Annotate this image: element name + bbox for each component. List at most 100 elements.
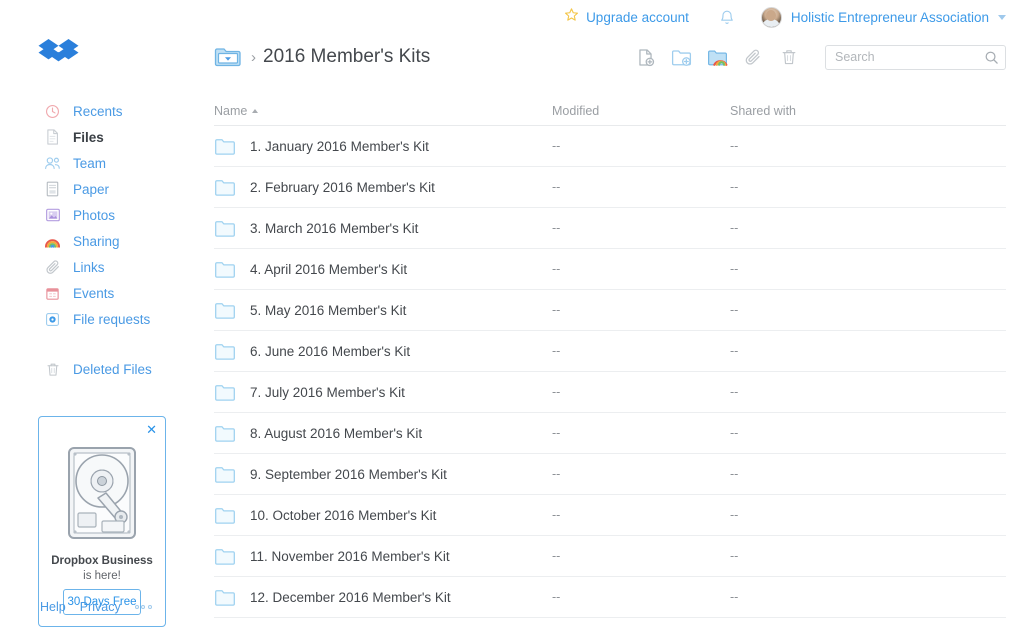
file-name-label: 7. July 2016 Member's Kit: [250, 384, 405, 400]
new-shared-folder-icon[interactable]: [703, 43, 731, 71]
file-name-label: 12. December 2016 Member's Kit: [250, 589, 451, 605]
action-toolbar: [631, 43, 1006, 71]
folder-icon: [214, 547, 236, 566]
column-header-modified[interactable]: Modified: [552, 104, 730, 118]
sidebar-item-deleted-files[interactable]: Deleted Files: [0, 356, 205, 382]
sidebar-item-files[interactable]: Files: [0, 124, 205, 150]
shared-with-cell: --: [730, 590, 739, 604]
paper-icon: [44, 181, 61, 198]
shared-with-cell: --: [730, 221, 739, 235]
sidebar-item-label: Links: [73, 259, 105, 275]
file-icon: [44, 129, 61, 146]
sidebar-item-sharing[interactable]: Sharing: [0, 228, 205, 254]
folder-icon: [214, 506, 236, 525]
file-name-label: 1. January 2016 Member's Kit: [250, 138, 429, 154]
rainbow-sharing-icon: [44, 233, 61, 250]
folder-icon: [214, 260, 236, 279]
folder-icon: [214, 342, 236, 361]
table-row[interactable]: 3. March 2016 Member's Kit -- --: [214, 208, 1006, 249]
modified-cell: --: [552, 549, 561, 563]
sidebar-item-label: Team: [73, 155, 107, 171]
table-row[interactable]: 8. August 2016 Member's Kit -- --: [214, 413, 1006, 454]
folder-icon: [214, 465, 236, 484]
file-name-cell: 2. February 2016 Member's Kit: [214, 178, 552, 197]
file-name-cell: 12. December 2016 Member's Kit: [214, 588, 552, 607]
help-link[interactable]: Help: [40, 600, 66, 614]
file-name-label: 11. November 2016 Member's Kit: [250, 548, 450, 564]
modified-cell: --: [552, 139, 561, 153]
table-row[interactable]: 7. July 2016 Member's Kit -- --: [214, 372, 1006, 413]
sidebar-footer: Help Privacy: [40, 600, 168, 614]
shared-with-cell: --: [730, 549, 739, 563]
upload-file-icon[interactable]: [631, 43, 659, 71]
shared-with-cell: --: [730, 467, 739, 481]
column-header-name-label: Name: [214, 103, 248, 118]
modified-cell: --: [552, 262, 561, 276]
new-folder-icon[interactable]: [667, 43, 695, 71]
modified-cell: --: [552, 180, 561, 194]
paperclip-icon: [44, 259, 61, 276]
table-row[interactable]: 9. September 2016 Member's Kit -- --: [214, 454, 1006, 495]
modified-cell: --: [552, 508, 561, 522]
table-row[interactable]: 1. January 2016 Member's Kit -- --: [214, 126, 1006, 167]
file-name-label: 4. April 2016 Member's Kit: [250, 261, 408, 277]
sidebar-item-label: Photos: [73, 207, 116, 223]
sidebar-item-paper[interactable]: Paper: [0, 176, 205, 202]
shared-with-cell: --: [730, 344, 739, 358]
sidebar-nav: Recents Files Team Paper Photos Sharing …: [0, 98, 205, 382]
table-row[interactable]: 6. June 2016 Member's Kit -- --: [214, 331, 1006, 372]
column-header-name[interactable]: Name: [214, 104, 552, 118]
page-title: 2016 Member's Kits: [263, 46, 431, 67]
sidebar-item-photos[interactable]: Photos: [0, 202, 205, 228]
breadcrumb-toolbar: › 2016 Member's Kits: [214, 38, 1006, 76]
privacy-link[interactable]: Privacy: [80, 600, 121, 614]
table-row-partial[interactable]: [214, 618, 1006, 627]
sidebar-item-file-requests[interactable]: File requests: [0, 306, 205, 332]
table-header-row: Name Modified Shared with: [214, 96, 1006, 126]
share-link-icon[interactable]: [739, 43, 767, 71]
search-container: [825, 44, 1006, 70]
promo-subtitle: is here!: [83, 570, 121, 582]
folder-icon: [214, 137, 236, 156]
folder-dropdown-icon[interactable]: [214, 45, 242, 69]
team-icon: [44, 155, 61, 172]
shared-with-cell: --: [730, 262, 739, 276]
sidebar-item-team[interactable]: Team: [0, 150, 205, 176]
sidebar-item-label: Sharing: [73, 233, 120, 249]
clock-icon: [44, 103, 61, 120]
sidebar-item-events[interactable]: Events: [0, 280, 205, 306]
sort-ascending-icon: [252, 108, 259, 113]
table-row[interactable]: 5. May 2016 Member's Kit -- --: [214, 290, 1006, 331]
file-name-label: 10. October 2016 Member's Kit: [250, 507, 437, 523]
sidebar-item-label: File requests: [73, 311, 151, 327]
folder-icon: [214, 424, 236, 443]
sidebar-item-links[interactable]: Links: [0, 254, 205, 280]
shared-with-cell: --: [730, 303, 739, 317]
sidebar-item-label: Deleted Files: [73, 361, 152, 377]
delete-icon[interactable]: [775, 43, 803, 71]
photos-icon: [44, 207, 61, 224]
modified-cell: --: [552, 426, 561, 440]
file-name-cell: 4. April 2016 Member's Kit: [214, 260, 552, 279]
file-name-cell: 5. May 2016 Member's Kit: [214, 301, 552, 320]
sidebar-item-recents[interactable]: Recents: [0, 98, 205, 124]
file-name-cell: 7. July 2016 Member's Kit: [214, 383, 552, 402]
file-name-cell: 1. January 2016 Member's Kit: [214, 137, 552, 156]
close-icon[interactable]: ✕: [146, 423, 157, 436]
more-dots-icon[interactable]: [134, 605, 152, 609]
modified-cell: --: [552, 221, 561, 235]
modified-cell: --: [552, 385, 561, 399]
table-row[interactable]: 11. November 2016 Member's Kit -- --: [214, 536, 1006, 577]
file-table: Name Modified Shared with 1. January 201…: [214, 96, 1006, 627]
search-input[interactable]: [825, 44, 1006, 70]
table-row[interactable]: 2. February 2016 Member's Kit -- --: [214, 167, 1006, 208]
column-header-shared-with[interactable]: Shared with: [730, 104, 1006, 118]
sidebar-item-label: Recents: [73, 103, 123, 119]
table-row[interactable]: 4. April 2016 Member's Kit -- --: [214, 249, 1006, 290]
table-row[interactable]: 10. October 2016 Member's Kit -- --: [214, 495, 1006, 536]
calendar-icon: [44, 285, 61, 302]
table-row[interactable]: 12. December 2016 Member's Kit -- --: [214, 577, 1006, 618]
shared-with-cell: --: [730, 426, 739, 440]
dropbox-logo-icon[interactable]: [38, 38, 80, 81]
modified-cell: --: [552, 590, 561, 604]
